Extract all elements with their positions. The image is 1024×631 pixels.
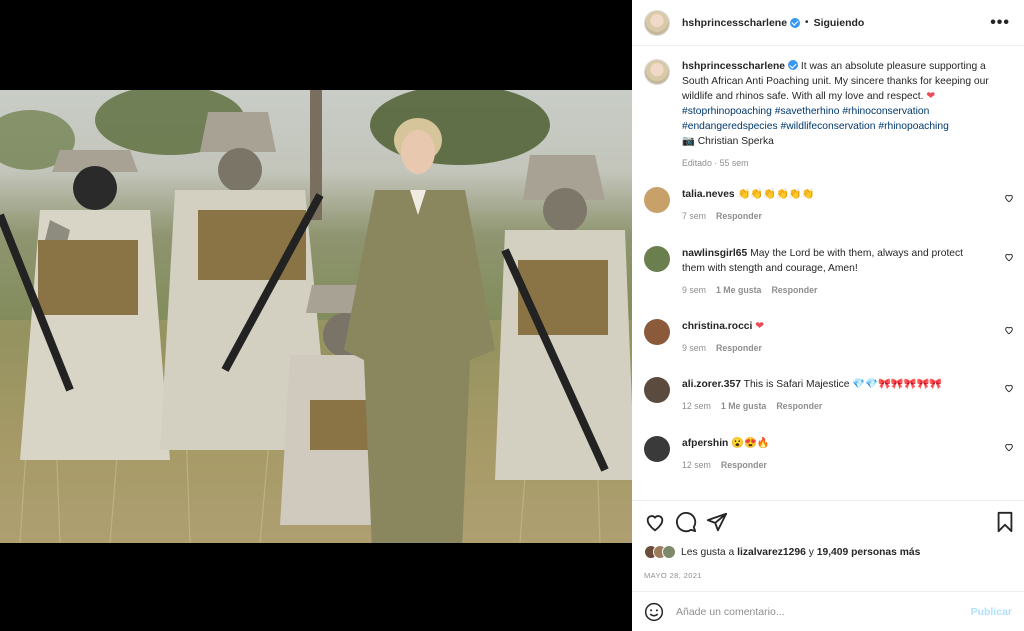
comment-like-heart-icon[interactable] bbox=[1004, 442, 1014, 452]
commenter-username[interactable]: christina.rocci bbox=[682, 321, 752, 332]
post-media bbox=[0, 0, 632, 631]
comment-text: 👏👏👏👏👏👏 bbox=[737, 189, 815, 200]
comment-input[interactable]: Añade un comentario... bbox=[676, 606, 971, 618]
bookmark-icon[interactable] bbox=[994, 511, 1016, 533]
hashtag-link[interactable]: #wildlifeconservation bbox=[780, 121, 875, 132]
follow-status-button[interactable]: Siguiendo bbox=[814, 17, 865, 29]
comment-time: 7 sem bbox=[682, 211, 706, 221]
reply-button[interactable]: Responder bbox=[776, 401, 822, 411]
post-side-panel: hshprincesscharlene • Siguiendo ••• hshp… bbox=[632, 0, 1024, 631]
hashtag-link[interactable]: #endangeredspecies bbox=[682, 121, 778, 132]
likes-prefix: Les gusta a bbox=[681, 546, 735, 558]
reply-button[interactable]: Responder bbox=[716, 343, 762, 353]
comment-composer: Añade un comentario... Publicar bbox=[632, 591, 1024, 631]
comment-time: 12 sem bbox=[682, 460, 711, 470]
post-actions: Les gusta a lizalvarez1296 y 19,409 pers… bbox=[632, 500, 1024, 590]
comment-like-heart-icon[interactable] bbox=[1004, 383, 1014, 393]
post-date: MAYO 28, 2021 bbox=[644, 571, 703, 580]
verified-badge-icon bbox=[788, 60, 799, 70]
author-avatar[interactable] bbox=[644, 9, 670, 36]
hashtag-link[interactable]: #savetherhino bbox=[775, 106, 840, 117]
likes-summary: Les gusta a lizalvarez1296 y 19,409 pers… bbox=[644, 545, 920, 559]
commenter-avatar[interactable] bbox=[644, 436, 670, 462]
camera-icon: 📷 bbox=[682, 136, 695, 147]
photo-credit: Christian Sperka bbox=[697, 136, 774, 147]
heart-outline-icon[interactable] bbox=[644, 511, 666, 533]
reply-button[interactable]: Responder bbox=[721, 460, 767, 470]
comment-bubble-icon[interactable] bbox=[675, 511, 697, 533]
more-options-icon[interactable]: ••• bbox=[990, 14, 1010, 32]
commenter-username[interactable]: nawlinsgirl65 bbox=[682, 248, 747, 259]
post-caption: hshprincesscharlene It was an absolute p… bbox=[644, 59, 1014, 171]
reply-button[interactable]: Responder bbox=[716, 211, 762, 221]
commenter-avatar[interactable] bbox=[644, 319, 670, 345]
comment-text: This is Safari Majestice 💎💎🎀🎀🎀🎀🎀 bbox=[743, 379, 943, 390]
commenter-username[interactable]: ali.zorer.357 bbox=[682, 379, 741, 390]
commenter-username[interactable]: afpershin bbox=[682, 438, 728, 449]
comment-time: 12 sem bbox=[682, 401, 711, 411]
comment-likes[interactable]: 1 Me gusta bbox=[716, 285, 761, 295]
comment-item: christina.rocci ❤ 9 sem Responder bbox=[644, 319, 1014, 356]
post-photo[interactable] bbox=[0, 90, 632, 543]
liker-avatar bbox=[662, 545, 676, 559]
likes-count[interactable]: 19,409 personas más bbox=[817, 547, 921, 558]
caption-meta: Editado · 55 sem bbox=[682, 158, 749, 168]
publish-button[interactable]: Publicar bbox=[971, 606, 1012, 618]
comments-list[interactable]: hshprincesscharlene It was an absolute p… bbox=[632, 47, 1024, 500]
caption-heart-emoji: ❤ bbox=[926, 91, 936, 102]
likes-connector: y bbox=[808, 546, 814, 558]
paper-plane-icon[interactable] bbox=[706, 511, 728, 533]
comment-like-heart-icon[interactable] bbox=[1004, 193, 1014, 203]
comment-item: afpershin 😮😍🔥 12 sem Responder bbox=[644, 436, 1014, 473]
comment-text: ❤ bbox=[755, 321, 764, 332]
comment-time: 9 sem bbox=[682, 285, 706, 295]
comment-text: 😮😍🔥 bbox=[731, 438, 770, 449]
smiley-icon[interactable] bbox=[644, 602, 664, 622]
hashtag-link[interactable]: #rhinopoaching bbox=[878, 121, 948, 132]
reply-button[interactable]: Responder bbox=[771, 285, 817, 295]
comment-likes[interactable]: 1 Me gusta bbox=[721, 401, 766, 411]
commenter-avatar[interactable] bbox=[644, 187, 670, 213]
hashtag-link[interactable]: #stoprhinopoaching bbox=[682, 106, 772, 117]
author-username[interactable]: hshprincesscharlene bbox=[682, 17, 787, 29]
caption-username[interactable]: hshprincesscharlene bbox=[682, 61, 785, 72]
commenter-avatar[interactable] bbox=[644, 246, 670, 272]
verified-badge-icon bbox=[790, 17, 801, 28]
liker-username[interactable]: lizalvarez1296 bbox=[737, 547, 806, 558]
comment-like-heart-icon[interactable] bbox=[1004, 325, 1014, 335]
post-header: hshprincesscharlene • Siguiendo ••• bbox=[632, 0, 1024, 46]
comment-item: nawlinsgirl65 May the Lord be with them,… bbox=[644, 246, 1014, 298]
comment-item: ali.zorer.357 This is Safari Majestice 💎… bbox=[644, 377, 1014, 414]
hashtag-link[interactable]: #rhinoconservation bbox=[842, 106, 929, 117]
header-dot-separator: • bbox=[805, 17, 809, 28]
commenter-avatar[interactable] bbox=[644, 377, 670, 403]
comment-item: talia.neves 👏👏👏👏👏👏 7 sem Responder bbox=[644, 187, 1014, 224]
comment-time: 9 sem bbox=[682, 343, 706, 353]
comment-like-heart-icon[interactable] bbox=[1004, 252, 1014, 262]
commenter-username[interactable]: talia.neves bbox=[682, 189, 735, 200]
caption-author-avatar[interactable] bbox=[644, 59, 670, 85]
photo-illustration bbox=[0, 90, 632, 543]
